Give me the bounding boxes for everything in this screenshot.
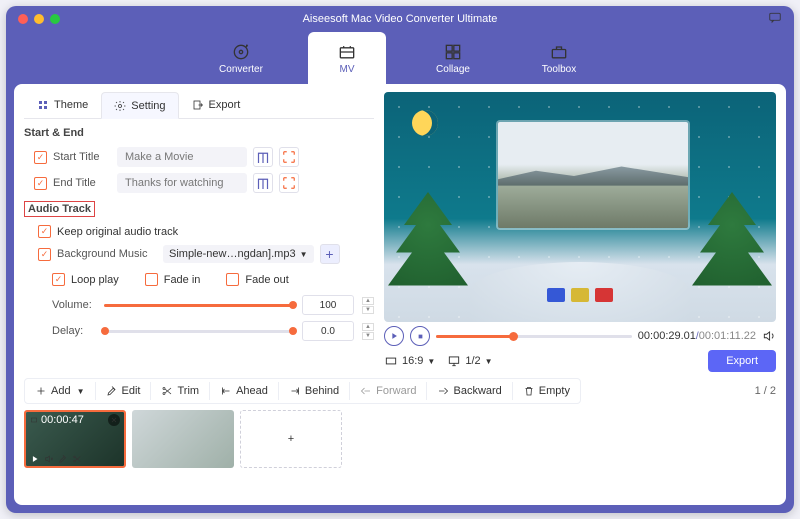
- tab-export[interactable]: Export: [179, 92, 254, 118]
- behind-button[interactable]: Behind: [281, 381, 347, 401]
- nav-label: MV: [340, 64, 355, 75]
- add-clip-button[interactable]: +: [240, 410, 342, 468]
- section-start-end: Start & End: [24, 127, 374, 139]
- bgm-file-value: Simple-new…ngdan].mp3: [169, 248, 296, 260]
- minimize-window[interactable]: [34, 14, 44, 24]
- checkbox-start-title[interactable]: [34, 151, 47, 164]
- volume-label: Volume:: [52, 299, 96, 311]
- end-title-label: End Title: [53, 177, 111, 189]
- backward-button[interactable]: Backward: [429, 381, 509, 401]
- tab-label: Theme: [54, 99, 88, 111]
- nav-label: Converter: [219, 64, 263, 75]
- fadeout-label: Fade out: [245, 274, 288, 286]
- add-bgm-button[interactable]: +: [320, 244, 340, 264]
- volume-slider[interactable]: [104, 304, 294, 307]
- checkbox-loop[interactable]: [52, 273, 65, 286]
- screen-select[interactable]: 1/2▼: [447, 354, 492, 368]
- ahead-button[interactable]: Ahead: [212, 381, 276, 401]
- section-audio-track: Audio Track: [24, 201, 95, 217]
- volume-up[interactable]: ▲: [362, 297, 374, 305]
- text-expand-icon[interactable]: [279, 147, 299, 167]
- keep-audio-label: Keep original audio track: [57, 226, 178, 238]
- nav-label: Collage: [436, 64, 470, 75]
- delay-up[interactable]: ▲: [362, 323, 374, 331]
- volume-icon[interactable]: [762, 329, 776, 343]
- start-title-label: Start Title: [53, 151, 111, 163]
- edit-button[interactable]: Edit: [98, 381, 149, 401]
- checkbox-fadeout[interactable]: [226, 273, 239, 286]
- tab-theme[interactable]: Theme: [24, 92, 101, 118]
- checkbox-fadein[interactable]: [145, 273, 158, 286]
- trim-button[interactable]: Trim: [153, 381, 207, 401]
- checkbox-end-title[interactable]: [34, 177, 47, 190]
- caret-down-icon: ▼: [300, 250, 308, 259]
- text-style-icon[interactable]: [253, 147, 273, 167]
- bgm-label: Background Music: [57, 248, 157, 260]
- nav-label: Toolbox: [542, 64, 576, 75]
- loop-label: Loop play: [71, 274, 119, 286]
- clip-duration: 00:00:47: [41, 414, 84, 426]
- volume-value[interactable]: 100: [302, 295, 354, 315]
- nav-mv[interactable]: MV: [308, 32, 386, 84]
- window-title: Aiseesoft Mac Video Converter Ultimate: [303, 13, 498, 25]
- remove-clip-icon[interactable]: [108, 414, 120, 426]
- zoom-window[interactable]: [50, 14, 60, 24]
- text-expand-icon[interactable]: [279, 173, 299, 193]
- mute-icon[interactable]: [44, 454, 54, 464]
- picture-in-picture[interactable]: [498, 122, 688, 228]
- aspect-ratio-select[interactable]: 16:9▼: [384, 354, 435, 368]
- checkbox-bgm[interactable]: [38, 248, 51, 261]
- time-display: 00:00:29.01/00:01:11.22: [638, 330, 756, 342]
- start-title-input[interactable]: Make a Movie: [117, 147, 247, 167]
- forward-button: Forward: [352, 381, 424, 401]
- clip-thumbnail-2[interactable]: [132, 410, 234, 468]
- add-button[interactable]: Add▼: [27, 381, 93, 401]
- plus-icon: +: [325, 246, 333, 262]
- nav-collage[interactable]: Collage: [414, 32, 492, 84]
- export-button[interactable]: Export: [708, 350, 776, 372]
- delay-value[interactable]: 0.0: [302, 321, 354, 341]
- stop-button[interactable]: [410, 326, 430, 346]
- moon-graphic: [412, 110, 438, 136]
- trim-clip-icon[interactable]: [72, 454, 82, 464]
- end-title-input[interactable]: Thanks for watching: [117, 173, 247, 193]
- page-indicator: 1 / 2: [755, 385, 776, 397]
- tab-label: Export: [209, 99, 241, 111]
- tab-label: Setting: [131, 100, 165, 112]
- checkbox-keep-audio[interactable]: [38, 225, 51, 238]
- delay-label: Delay:: [52, 325, 96, 337]
- nav-converter[interactable]: Converter: [202, 32, 280, 84]
- empty-button[interactable]: Empty: [515, 381, 578, 401]
- clip-thumbnail-1[interactable]: 00:00:47: [24, 410, 126, 468]
- progress-bar[interactable]: [436, 335, 632, 338]
- volume-down[interactable]: ▼: [362, 306, 374, 314]
- plus-icon: +: [288, 433, 294, 445]
- delay-slider[interactable]: [104, 330, 294, 333]
- tab-setting[interactable]: Setting: [101, 92, 178, 119]
- edit-clip-icon[interactable]: [58, 454, 68, 464]
- nav-toolbox[interactable]: Toolbox: [520, 32, 598, 84]
- video-preview: [384, 92, 776, 322]
- text-style-icon[interactable]: [253, 173, 273, 193]
- play-icon[interactable]: [30, 454, 40, 464]
- close-window[interactable]: [18, 14, 28, 24]
- feedback-icon[interactable]: [768, 11, 782, 28]
- play-button[interactable]: [384, 326, 404, 346]
- delay-down[interactable]: ▼: [362, 332, 374, 340]
- bgm-file-dropdown[interactable]: Simple-new…ngdan].mp3 ▼: [163, 245, 314, 263]
- fadein-label: Fade in: [164, 274, 201, 286]
